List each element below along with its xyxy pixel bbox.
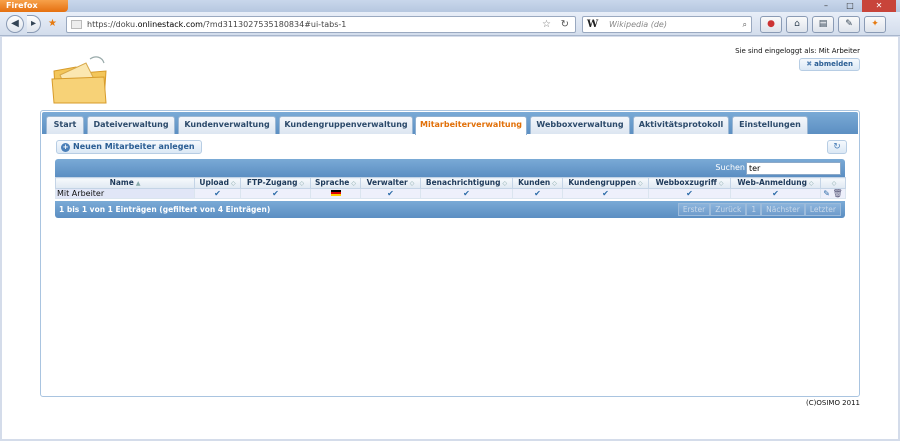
star-icon[interactable]: ☆ xyxy=(542,17,551,32)
sort-icon: ◇ xyxy=(351,180,357,187)
logout-label: abmelden xyxy=(814,60,853,68)
site-icon xyxy=(71,20,82,29)
table-footer: 1 bis 1 von 1 Einträgen (gefiltert von 4… xyxy=(55,201,845,218)
check-icon: ✔ xyxy=(512,188,563,199)
tab-einstellungen[interactable]: Einstellungen xyxy=(732,116,808,134)
header-row: Name ▲ Upload ◇ FTP-Zugang ◇ Sprache ◇ Verwa… xyxy=(55,177,846,189)
tab-mitarbeiterverwaltung[interactable]: Mitarbeiterverwaltung xyxy=(415,116,527,135)
check-icon: ✔ xyxy=(420,188,513,199)
search-placeholder: Wikipedia (de) xyxy=(609,20,667,29)
close-window-button[interactable]: ✕ xyxy=(862,0,896,12)
german-flag-icon xyxy=(330,190,341,196)
sort-icon: ◇ xyxy=(502,180,508,187)
sort-icon: ◇ xyxy=(808,180,814,187)
col-webbox[interactable]: Webboxzugriff ◇ xyxy=(648,177,731,189)
new-employee-label: Neuen Mitarbeiter anlegen xyxy=(73,142,195,151)
search-icon[interactable]: ⌕ xyxy=(743,17,747,32)
tab-bar: Start Dateiverwaltung Kundenverwaltung K… xyxy=(42,112,858,135)
tab-aktivitaetsprotokoll[interactable]: Aktivitätsprotokoll xyxy=(633,116,729,134)
sort-icon: ◇ xyxy=(831,180,837,187)
tab-webboxverwaltung[interactable]: Webboxverwaltung xyxy=(530,116,630,134)
col-ftp[interactable]: FTP-Zugang ◇ xyxy=(240,177,311,189)
maximize-button[interactable]: □ xyxy=(838,0,862,12)
col-actions[interactable]: ◇ xyxy=(820,177,846,189)
pager-next-button[interactable]: Nächster xyxy=(761,203,805,216)
url-host: onlinestack.com xyxy=(137,20,203,29)
forward-button[interactable]: ▸ xyxy=(27,15,41,33)
check-icon: ✔ xyxy=(240,188,311,199)
adblock-icon[interactable]: ● xyxy=(760,16,782,33)
row-actions: ✎ 🗑 xyxy=(820,188,846,199)
add-icon: + xyxy=(61,143,70,152)
table-row[interactable]: Mit Arbeiter ✔ ✔ ✔ ✔ ✔ ✔ ✔ ✔ ✎ 🗑 xyxy=(55,188,846,199)
back-button[interactable]: ◀ xyxy=(6,15,24,33)
col-web-login[interactable]: Web-Anmeldung ◇ xyxy=(730,177,821,189)
col-customers[interactable]: Kunden ◇ xyxy=(512,177,563,189)
check-icon: ✔ xyxy=(648,188,731,199)
pager-last-button[interactable]: Letzter xyxy=(804,203,841,216)
logout-button[interactable]: ✖ abmelden xyxy=(799,58,860,71)
minimize-button[interactable]: – xyxy=(814,0,838,12)
edit-icon[interactable]: ✎ xyxy=(823,190,830,198)
table-info: 1 bis 1 von 1 Einträgen (gefiltert von 4… xyxy=(59,205,271,214)
table-search-input[interactable] xyxy=(746,162,841,175)
close-icon: ✖ xyxy=(806,60,813,68)
navigation-toolbar: ◀ ▸ ★ https://doku.onlinestack.com/?md31… xyxy=(0,12,900,36)
pen-icon[interactable]: ✎ xyxy=(838,16,860,33)
sort-icon: ◇ xyxy=(231,180,236,187)
url-bar[interactable]: https://doku.onlinestack.com/?md31130275… xyxy=(66,16,576,33)
search-bar[interactable]: W Wikipedia (de) ⌕ xyxy=(582,16,752,33)
url-prefix: https://doku. xyxy=(87,20,138,29)
pager-first-button[interactable]: Erster xyxy=(677,203,711,216)
pagination: Erster Zurück 1 Nächster Letzter xyxy=(677,203,841,216)
employee-table: Suchen Name▲ Upload◇ FTP-Zugang◇ Sprache… xyxy=(55,159,846,227)
table-toolbar: Suchen xyxy=(55,159,845,177)
sort-icon: ◇ xyxy=(552,180,557,187)
sort-icon: ◇ xyxy=(299,180,305,187)
pager-page-1-button[interactable]: 1 xyxy=(746,203,762,216)
wikipedia-icon[interactable]: W xyxy=(587,17,598,32)
bookmarks-icon[interactable]: ▤ xyxy=(812,16,834,33)
check-icon: ✔ xyxy=(562,188,649,199)
home-icon[interactable]: ⌂ xyxy=(786,16,808,33)
refresh-icon: ↻ xyxy=(833,142,841,152)
tab-dateiverwaltung[interactable]: Dateiverwaltung xyxy=(87,116,175,134)
cell-name: Mit Arbeiter xyxy=(55,188,195,199)
firefox-menu-button[interactable]: Firefox xyxy=(0,0,68,12)
col-admin[interactable]: Verwalter ◇ xyxy=(360,177,421,189)
check-icon: ✔ xyxy=(360,188,421,199)
delete-icon[interactable]: 🗑 xyxy=(833,190,843,198)
tab-kundenverwaltung[interactable]: Kundenverwaltung xyxy=(178,116,276,134)
pager-prev-button[interactable]: Zurück xyxy=(710,203,747,216)
tab-kundengruppenverwaltung[interactable]: Kundengruppenverwaltung xyxy=(279,116,413,134)
sort-icon: ▲ xyxy=(135,180,141,187)
folder-logo-icon xyxy=(51,56,107,104)
col-language[interactable]: Sprache ◇ xyxy=(310,177,361,189)
col-notify[interactable]: Benachrichtigung ◇ xyxy=(420,177,513,189)
tab-start[interactable]: Start xyxy=(46,116,84,134)
new-employee-button[interactable]: + Neuen Mitarbeiter anlegen xyxy=(56,140,202,154)
url-path: /?md3113027535180834#ui-tabs-1 xyxy=(202,20,347,29)
login-status: Sie sind eingeloggt als: Mit Arbeiter xyxy=(735,47,860,55)
search-label: Suchen xyxy=(715,163,745,172)
window-titlebar: Firefox – □ ✕ xyxy=(0,0,900,12)
check-icon: ✔ xyxy=(730,188,821,199)
sort-icon: ◇ xyxy=(409,180,415,187)
tab-panel: Start Dateiverwaltung Kundenverwaltung K… xyxy=(40,110,860,397)
col-customer-groups[interactable]: Kundengruppen ◇ xyxy=(562,177,649,189)
refresh-button[interactable]: ↻ xyxy=(827,140,847,154)
check-icon: ✔ xyxy=(194,188,241,199)
data-grid: Name ▲ Upload ◇ FTP-Zugang ◇ Sprache ◇ Verwa… xyxy=(55,177,846,199)
col-name[interactable]: Name ▲ xyxy=(55,177,195,189)
reload-icon[interactable]: ↻ xyxy=(561,17,569,32)
cell-language xyxy=(310,188,361,199)
col-upload[interactable]: Upload ◇ xyxy=(194,177,241,189)
sort-icon: ◇ xyxy=(718,180,724,187)
addon-icon[interactable]: ✦ xyxy=(864,16,886,33)
bookmark-star-icon[interactable]: ★ xyxy=(48,18,57,29)
copyright: (C)OSIMO 2011 xyxy=(806,399,860,407)
page-content: Sie sind eingeloggt als: Mit Arbeiter ✖ a… xyxy=(2,37,898,439)
sort-icon: ◇ xyxy=(638,180,643,187)
